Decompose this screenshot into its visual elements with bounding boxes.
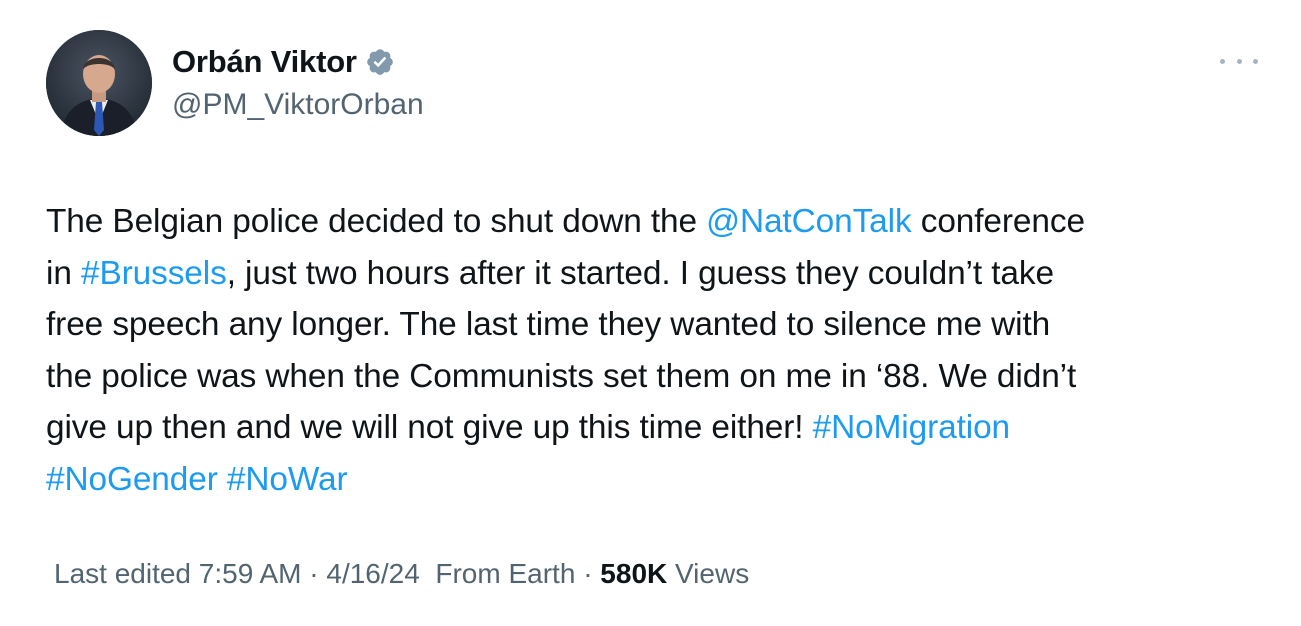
tweet-text-segment: the police was when the Communists set t… (46, 357, 1077, 395)
tweet-text-segment: , just two hours after it started. I gue… (226, 254, 1054, 292)
hashtag-link[interactable]: #NoGender (46, 461, 218, 498)
more-dot (1220, 58, 1225, 64)
views-count[interactable]: 580K (600, 558, 667, 589)
tweet-line: the police was when the Communists set t… (46, 351, 1261, 403)
profile-photo (46, 30, 152, 136)
tweet-text-segment: free speech any longer. The last time th… (46, 306, 1051, 343)
avatar[interactable] (46, 30, 152, 136)
hashtag-link[interactable]: #NoWar (227, 461, 348, 498)
tweet-line: #NoGender #NoWar (46, 454, 1261, 506)
author-display-name[interactable]: Orbán Viktor (172, 44, 357, 80)
tweet-line: give up then and we will not give up thi… (46, 402, 1261, 454)
tweet-text-segment: conference (911, 203, 1085, 240)
more-dot (1253, 58, 1258, 64)
tweet-text-segment: The Belgian police decided to shut down … (46, 203, 707, 240)
tweet-text-segment (218, 461, 227, 498)
tweet-text-segment: in (46, 254, 81, 292)
author-handle[interactable]: @PM_ViktorOrban (172, 88, 424, 122)
tweet-line: in #Brussels, just two hours after it st… (46, 248, 1261, 300)
tweet-text-segment: give up then and we will not give up thi… (46, 409, 813, 446)
author-name-row: Orbán Viktor (172, 44, 395, 80)
meta-separator: · (583, 558, 593, 589)
tweet-text: The Belgian police decided to shut down … (46, 196, 1261, 505)
hashtag-link[interactable]: #Brussels (81, 255, 227, 292)
edited-timestamp[interactable]: Last edited 7:59 AM · 4/16/24 (54, 558, 420, 589)
more-horizontal-icon[interactable] (1220, 46, 1258, 76)
hashtag-link[interactable]: #NoMigration (813, 409, 1010, 446)
tweet-line: free speech any longer. The last time th… (46, 299, 1261, 351)
views-label: Views (675, 558, 750, 589)
mention-link[interactable]: @NatConTalk (706, 203, 911, 240)
verified-badge-icon[interactable] (365, 47, 395, 77)
more-dot (1236, 58, 1242, 64)
tweet-meta: Last edited 7:59 AM · 4/16/24 From Earth… (54, 558, 749, 590)
source-label: From Earth (435, 558, 576, 589)
tweet-line: The Belgian police decided to shut down … (46, 196, 1261, 248)
